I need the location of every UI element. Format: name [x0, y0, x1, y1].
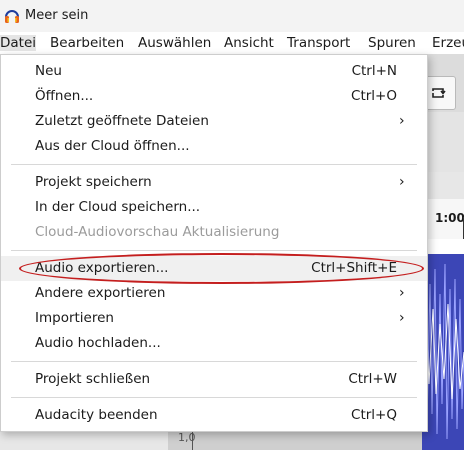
timeline-ruler[interactable]: 1:00 [422, 199, 464, 239]
menu-auswaehlen[interactable]: Auswählen [138, 35, 211, 51]
chevron-right-icon: › [399, 310, 405, 326]
menu-bar: Datei Bearbeiten Auswählen Ansicht Trans… [0, 32, 464, 54]
menu-item-shortcut: Ctrl+Q [351, 407, 397, 423]
menu-item-label: Neu [35, 63, 62, 79]
menu-item-cloud-speichern[interactable]: In der Cloud speichern... [1, 195, 427, 220]
track-info-strip: 1,0 [168, 430, 422, 450]
menu-ansicht[interactable]: Ansicht [224, 35, 274, 51]
annotation-highlight-ellipse [19, 253, 424, 284]
track-scale-line [192, 430, 193, 450]
menu-item-projekt-schliessen[interactable]: Projekt schließen Ctrl+W [1, 367, 427, 392]
title-bar: Meer sein [0, 0, 464, 32]
menu-item-oeffnen[interactable]: Öffnen... Ctrl+O [1, 84, 427, 109]
menu-item-label: Aus der Cloud öffnen... [35, 138, 190, 154]
menu-item-audacity-beenden[interactable]: Audacity beenden Ctrl+Q [1, 403, 427, 428]
menu-spuren[interactable]: Spuren [368, 35, 416, 51]
menu-item-zuletzt-geoeffnet[interactable]: Zuletzt geöffnete Dateien › [1, 109, 427, 134]
menu-separator [11, 250, 417, 251]
timeline-label: 1:00 [435, 211, 464, 225]
file-menu-dropdown: Neu Ctrl+N Öffnen... Ctrl+O Zuletzt geöf… [0, 54, 428, 432]
menu-separator [11, 361, 417, 362]
chevron-right-icon: › [399, 113, 405, 129]
menu-item-label: Zuletzt geöffnete Dateien [35, 113, 209, 129]
menu-item-label: Importieren [35, 310, 114, 326]
menu-item-label: Projekt schließen [35, 371, 151, 387]
chevron-right-icon: › [399, 285, 405, 301]
menu-item-label: In der Cloud speichern... [35, 199, 201, 215]
menu-item-neu[interactable]: Neu Ctrl+N [1, 59, 427, 84]
menu-transport[interactable]: Transport [287, 35, 350, 51]
menu-item-aus-cloud-oeffnen[interactable]: Aus der Cloud öffnen... [1, 134, 427, 159]
menu-item-label: Andere exportieren [35, 285, 166, 301]
track-area[interactable] [421, 239, 464, 450]
menu-item-label: Projekt speichern [35, 174, 152, 190]
waveform-graphic [421, 263, 464, 440]
menu-item-shortcut: Ctrl+W [348, 371, 397, 387]
menu-item-shortcut: Ctrl+N [351, 63, 397, 79]
menu-item-andere-exportieren[interactable]: Andere exportieren › [1, 281, 427, 306]
menu-item-label: Audio hochladen... [35, 335, 161, 351]
menu-item-projekt-speichern[interactable]: Projekt speichern › [1, 170, 427, 195]
menu-bearbeiten[interactable]: Bearbeiten [50, 35, 124, 51]
menu-item-importieren[interactable]: Importieren › [1, 306, 427, 331]
menu-separator [11, 397, 417, 398]
waveform[interactable] [421, 254, 464, 450]
menu-item-label: Audacity beenden [35, 407, 158, 423]
window-title: Meer sein [25, 8, 89, 23]
menu-datei[interactable]: Datei [0, 35, 37, 51]
menu-item-cloud-vorschau: Cloud-Audiovorschau Aktualisierung [1, 220, 427, 245]
menu-erzeugen[interactable]: Erzeu [432, 35, 464, 51]
menu-item-audio-hochladen[interactable]: Audio hochladen... [1, 331, 427, 356]
menu-item-label: Öffnen... [35, 88, 94, 104]
menu-item-label: Cloud-Audiovorschau Aktualisierung [35, 224, 280, 240]
audacity-headphones-icon [5, 10, 19, 23]
menu-item-shortcut: Ctrl+O [351, 88, 397, 104]
menu-separator [11, 164, 417, 165]
chevron-right-icon: › [399, 174, 405, 190]
loop-icon [432, 88, 446, 98]
